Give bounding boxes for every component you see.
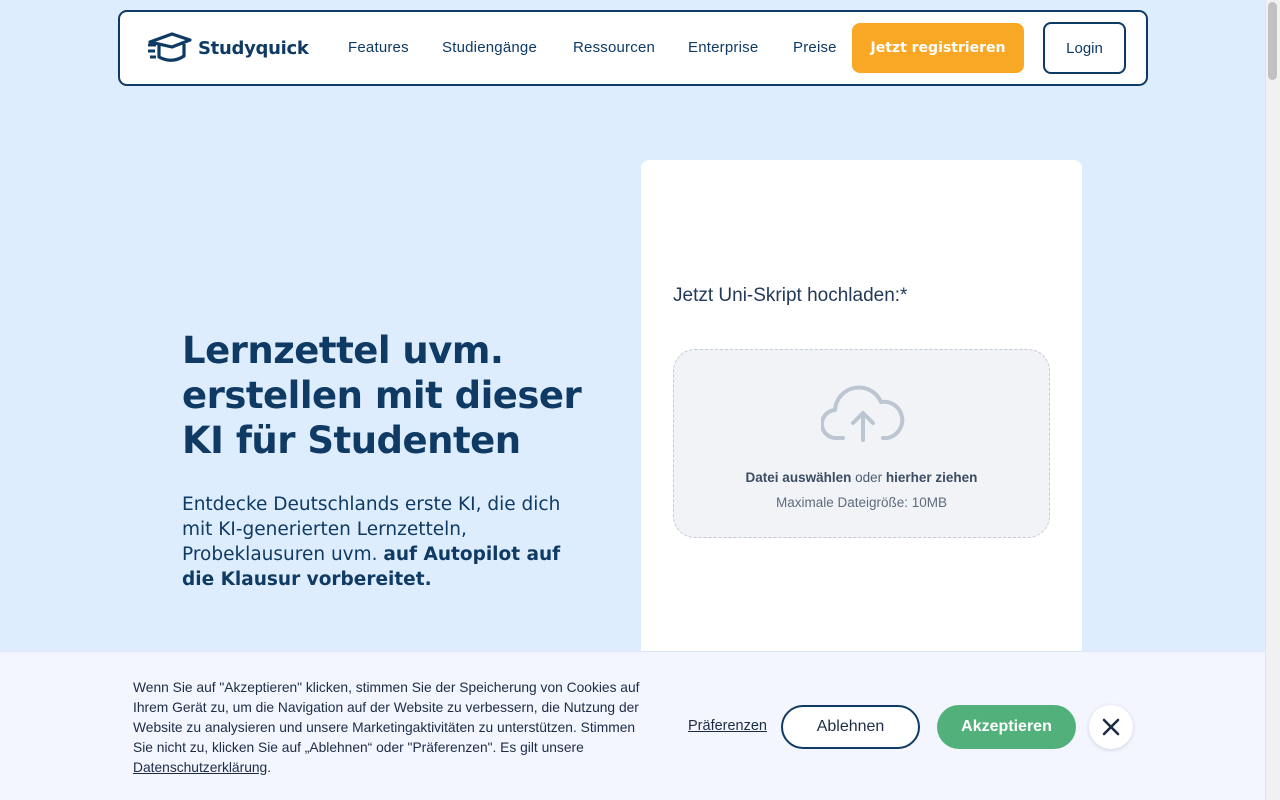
nav-link-studiengaenge[interactable]: Studiengänge (442, 39, 537, 56)
brand-name: Studyquick (198, 37, 309, 59)
dropzone-or: oder (855, 470, 883, 485)
nav-link-features[interactable]: Features (348, 39, 409, 56)
hero-title: Lernzettel uvm. erstellen mit dieser KI … (182, 329, 582, 462)
upload-card: Jetzt Uni-Skript hochladen:* Datei auswä… (641, 160, 1082, 680)
close-icon (1102, 718, 1120, 736)
preferences-link[interactable]: Präferenzen (688, 718, 767, 734)
accept-cookies-button[interactable]: Akzeptieren (937, 705, 1076, 749)
cookie-text: Wenn Sie auf "Akzeptieren" klicken, stim… (133, 678, 655, 778)
dropzone-instructions: Datei auswählen oder hierher ziehen (674, 470, 1049, 485)
register-button[interactable]: Jetzt registrieren (852, 23, 1024, 73)
cookie-message: Wenn Sie auf "Akzeptieren" klicken, stim… (133, 680, 640, 755)
max-file-size: Maximale Dateigröße: 10MB (775, 495, 948, 510)
select-file-link[interactable]: Datei auswählen (746, 470, 852, 485)
close-banner-button[interactable] (1089, 705, 1133, 749)
privacy-policy-link[interactable]: Datenschutzerklärung (133, 760, 267, 775)
nav-link-preise[interactable]: Preise (793, 39, 837, 56)
graduation-cap-icon (148, 32, 192, 62)
reject-cookies-button[interactable]: Ablehnen (781, 705, 920, 749)
drag-here-text: hierher ziehen (885, 470, 978, 485)
login-button[interactable]: Login (1043, 22, 1126, 74)
nav-link-enterprise[interactable]: Enterprise (688, 39, 758, 56)
page-scrollbar[interactable] (1265, 0, 1280, 800)
cookie-banner: Wenn Sie auf "Akzeptieren" klicken, stim… (0, 651, 1265, 800)
cookie-trailing: . (267, 760, 272, 775)
file-dropzone[interactable]: Datei auswählen oder hierher ziehen Maxi… (673, 349, 1050, 538)
hero-subtitle: Entdecke Deutschlands erste KI, die dich… (182, 492, 582, 592)
brand-logo[interactable]: Studyquick (146, 30, 309, 66)
upload-label: Jetzt Uni-Skript hochladen:* (673, 285, 908, 306)
scrollbar-thumb[interactable] (1268, 2, 1277, 80)
cloud-upload-icon (821, 385, 905, 442)
top-navbar: Studyquick Features Studiengänge Ressour… (118, 10, 1148, 86)
nav-link-ressourcen[interactable]: Ressourcen (573, 39, 655, 56)
